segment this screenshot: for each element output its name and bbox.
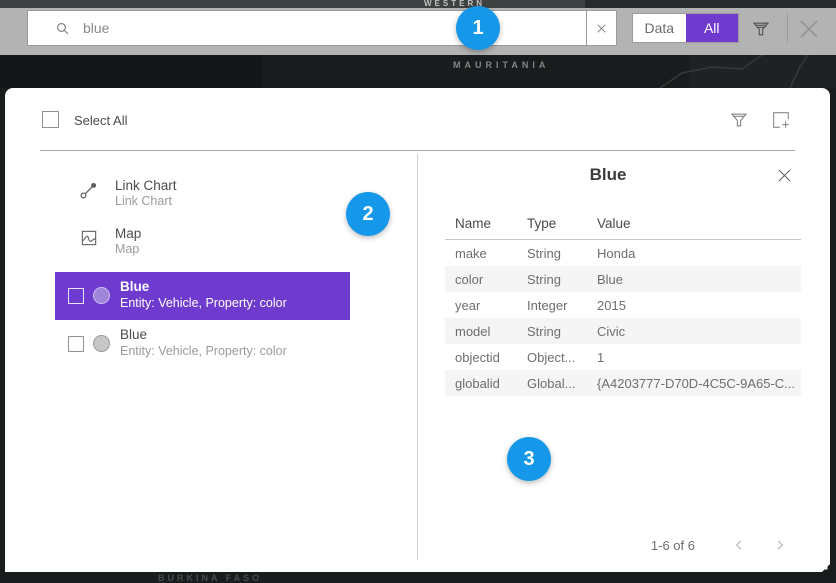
- close-icon: [797, 17, 821, 41]
- resize-grip[interactable]: [818, 560, 830, 572]
- link-chart-icon: [78, 179, 100, 201]
- search-input[interactable]: [83, 20, 586, 36]
- result-title: Blue: [120, 327, 147, 342]
- table-row: make String Honda: [445, 240, 801, 266]
- clear-search-button[interactable]: [586, 11, 616, 45]
- cell-name: color: [455, 272, 523, 287]
- mode-data-button[interactable]: Data: [633, 14, 686, 42]
- add-to-selection-icon: [770, 109, 792, 131]
- panel-filter-button[interactable]: [726, 107, 752, 133]
- cell-type: Integer: [527, 298, 593, 313]
- search-mode-toggle: Data All: [632, 13, 739, 43]
- table-row: globalid Global... {A4203777-D70D-4C5C-9…: [445, 370, 801, 396]
- map-icon: [79, 228, 99, 248]
- toolbar-divider: [787, 13, 788, 43]
- map-region-dark: [0, 55, 262, 88]
- pagination-next-button[interactable]: [769, 534, 791, 556]
- toolbar-filter-button[interactable]: [748, 16, 774, 42]
- pagination-label: 1-6 of 6: [605, 538, 695, 553]
- table-row: model String Civic: [445, 318, 801, 344]
- result-title: Blue: [120, 279, 149, 294]
- cell-value: Civic: [597, 324, 797, 339]
- callout-3: 3: [507, 437, 551, 481]
- callout-2: 2: [346, 192, 390, 236]
- toolbar-close-button[interactable]: [795, 15, 823, 43]
- cell-value: 1: [597, 350, 797, 365]
- result-subtitle: Entity: Vehicle, Property: color: [120, 296, 287, 310]
- column-header-value: Value: [597, 216, 631, 231]
- search-box: [27, 10, 617, 46]
- table-row: objectid Object... 1: [445, 344, 801, 370]
- map-strip-top-right: [585, 0, 836, 8]
- header-divider: [40, 150, 795, 151]
- cell-value: Blue: [597, 272, 797, 287]
- result-subtitle: Entity: Vehicle, Property: color: [120, 344, 287, 358]
- cell-name: globalid: [455, 376, 523, 391]
- detail-title: Blue: [443, 165, 773, 185]
- column-header-type: Type: [527, 216, 556, 231]
- result-item-blue-selected[interactable]: Blue Entity: Vehicle, Property: color: [55, 272, 350, 320]
- cell-type: String: [527, 324, 593, 339]
- cell-value: 2015: [597, 298, 797, 313]
- result-title: Link Chart: [115, 178, 177, 193]
- mode-all-button[interactable]: All: [686, 14, 739, 42]
- cell-type: Object...: [527, 350, 593, 365]
- callout-number: 3: [523, 448, 534, 471]
- search-results-panel: Select All Link Chart Link Chart Map Map: [5, 88, 830, 572]
- cell-name: objectid: [455, 350, 523, 365]
- callout-1: 1: [456, 6, 500, 50]
- result-subtitle: Link Chart: [115, 194, 172, 208]
- cell-value: {A4203777-D70D-4C5C-9A65-C...: [597, 376, 797, 391]
- callout-number: 1: [472, 17, 483, 40]
- close-icon: [776, 167, 793, 184]
- select-all-checkbox[interactable]: [42, 111, 59, 128]
- clear-icon: [595, 22, 608, 35]
- map-label-bottom: BURKINA FASO: [158, 573, 262, 583]
- filter-icon: [751, 19, 771, 39]
- cell-name: year: [455, 298, 523, 313]
- chevron-right-icon: [773, 538, 787, 552]
- cell-type: String: [527, 246, 593, 261]
- result-subtitle: Map: [115, 242, 139, 256]
- search-icon: [54, 20, 71, 37]
- cell-name: model: [455, 324, 523, 339]
- map-label-mauritania: MAURITANIA: [453, 60, 549, 70]
- map-border-lines: [640, 55, 836, 88]
- cell-type: String: [527, 272, 593, 287]
- select-all-label: Select All: [74, 113, 127, 128]
- table-row: year Integer 2015: [445, 292, 801, 318]
- result-item-blue[interactable]: Blue Entity: Vehicle, Property: color: [55, 320, 350, 368]
- entity-circle-icon: [93, 335, 110, 352]
- result-title: Map: [115, 226, 141, 241]
- panel-divider: [417, 154, 418, 560]
- filter-icon: [729, 110, 749, 130]
- cell-type: Global...: [527, 376, 593, 391]
- result-checkbox[interactable]: [68, 336, 84, 352]
- column-header-name: Name: [455, 216, 491, 231]
- callout-number: 2: [362, 203, 373, 226]
- cell-name: make: [455, 246, 523, 261]
- chevron-left-icon: [732, 538, 746, 552]
- entity-circle-icon: [93, 287, 110, 304]
- table-row: color String Blue: [445, 266, 801, 292]
- add-selection-button[interactable]: [768, 107, 794, 133]
- pagination-prev-button[interactable]: [728, 534, 750, 556]
- result-checkbox[interactable]: [68, 288, 84, 304]
- detail-close-button[interactable]: [773, 164, 795, 186]
- cell-value: Honda: [597, 246, 797, 261]
